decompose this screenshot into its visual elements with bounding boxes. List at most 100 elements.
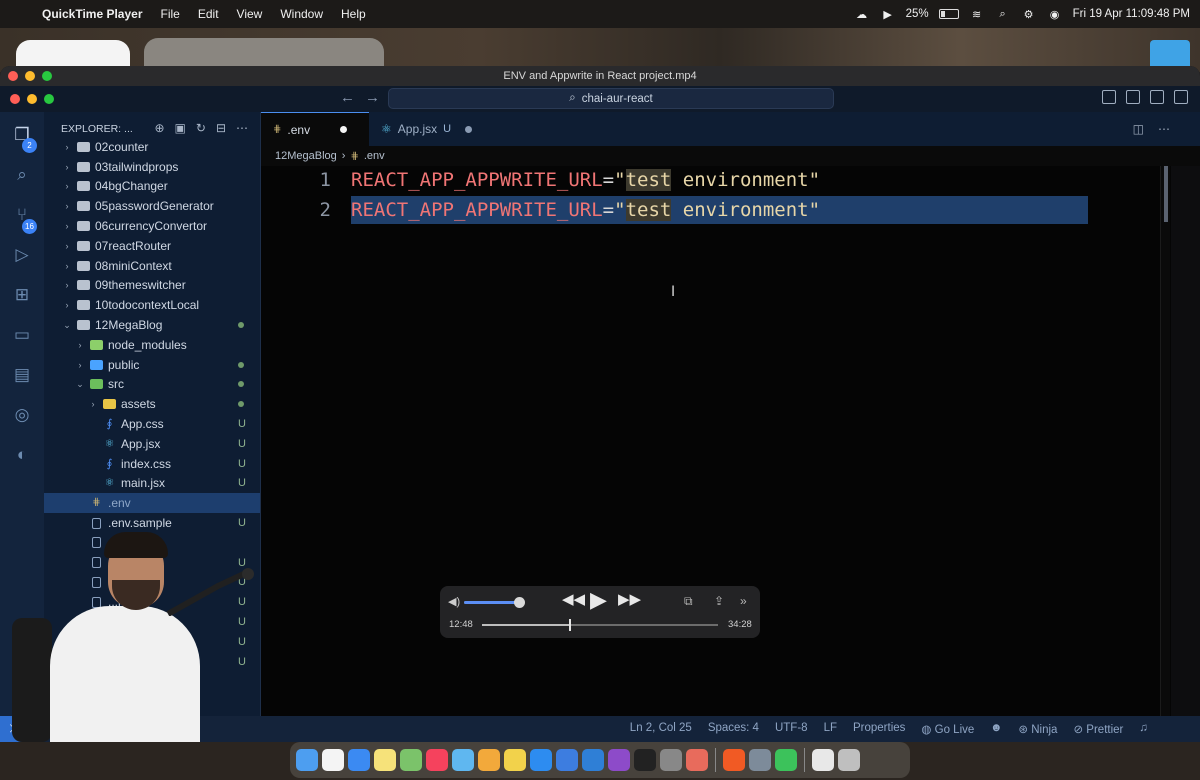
- env-key: REACT_APP_APPWRITE_URL: [351, 169, 603, 191]
- env-icon: ⋕: [273, 124, 282, 135]
- menu-window[interactable]: Window: [280, 7, 323, 21]
- unsaved-dot-icon: [340, 126, 348, 133]
- chevron-icon: ›: [65, 280, 69, 291]
- git-status-badge: U: [238, 477, 246, 490]
- play-button-icon[interactable]: ▶: [590, 587, 607, 613]
- menu-app-name[interactable]: QuickTime Player: [42, 7, 143, 21]
- tree-item-label: App.jsx: [121, 436, 161, 451]
- pages-icon[interactable]: [478, 749, 500, 771]
- mail-icon[interactable]: [348, 749, 370, 771]
- siri-icon[interactable]: ◉: [1047, 7, 1063, 21]
- progress-playhead[interactable]: [568, 619, 571, 631]
- menu-help[interactable]: Help: [341, 7, 366, 21]
- chevron-icon: ›: [65, 201, 69, 212]
- editor-tabs: ⋕ .env ⚛ App.jsx U ◫ ⋯: [261, 112, 1200, 146]
- chevron-icon: ›: [65, 260, 69, 271]
- calendar-icon[interactable]: [322, 749, 344, 771]
- tree-item-label: src: [108, 377, 124, 392]
- menu-view[interactable]: View: [237, 7, 263, 21]
- spotlight-search-icon[interactable]: ⌕: [995, 7, 1011, 21]
- explorer-title: EXPLORER: ...: [61, 123, 133, 135]
- quicktime-icon[interactable]: [749, 749, 771, 771]
- progress-bar[interactable]: [482, 619, 718, 631]
- tree-item-label: 12MegaBlog: [95, 318, 163, 333]
- env-value-rest: environment: [671, 169, 809, 191]
- finder-icon[interactable]: [296, 749, 318, 771]
- music-icon[interactable]: [426, 749, 448, 771]
- env-icon: ⋕: [350, 150, 359, 162]
- scrollbar-thumb: [1164, 166, 1168, 222]
- icloud-icon[interactable]: ☁: [854, 7, 870, 21]
- picture-in-picture-icon[interactable]: ⧉: [684, 594, 693, 609]
- app-store-icon[interactable]: [530, 749, 552, 771]
- tree-item-label: 05passwordGenerator: [95, 199, 214, 214]
- onenote-icon[interactable]: [608, 749, 630, 771]
- tree-item: ⚛ main.jsx U: [44, 474, 260, 494]
- playback-controls[interactable]: ◀) ◀◀ ▶ ▶▶ ⧉ ⇪ » 12:48 34:28: [440, 586, 760, 638]
- whatsapp-icon[interactable]: [775, 749, 797, 771]
- tree-item-label: 03tailwindprops: [95, 159, 179, 174]
- tree-item-label: App.css: [121, 417, 164, 432]
- tree-item: › 06currencyConvertor: [44, 216, 260, 236]
- folder-icon: [77, 161, 90, 172]
- volume-slider[interactable]: [464, 597, 525, 608]
- react-file-icon: ⚛: [104, 477, 115, 490]
- notes-icon[interactable]: [374, 749, 396, 771]
- tree-item: ⋕ .env: [44, 493, 260, 514]
- tree-item-label: .env: [108, 496, 131, 511]
- battery-percent: 25%: [905, 8, 929, 20]
- untracked-badge: U: [443, 123, 452, 135]
- downloads-stack-icon[interactable]: [812, 749, 834, 771]
- ninja: ⊛ Ninja: [1018, 722, 1057, 736]
- volume-knob[interactable]: [514, 597, 525, 608]
- toggle-secondary-sidebar-icon: [1150, 90, 1164, 104]
- customize-layout-icon: [1174, 90, 1188, 104]
- tree-item: › 02counter: [44, 137, 260, 157]
- maps-icon[interactable]: [400, 749, 422, 771]
- command-center: ⌕ chai-aur-react: [388, 88, 834, 109]
- rewind-icon[interactable]: ◀◀: [562, 590, 585, 608]
- control-center-icon[interactable]: ⚙: [1021, 7, 1037, 21]
- icloud-drive-icon[interactable]: [452, 749, 474, 771]
- menu-file[interactable]: File: [161, 7, 180, 21]
- volume-icon[interactable]: ◀): [448, 595, 460, 608]
- tab-label: App.jsx: [397, 122, 438, 136]
- line-ending: LF: [823, 722, 837, 734]
- tree-item: › 05passwordGenerator: [44, 196, 260, 216]
- folder-icon: [77, 300, 90, 311]
- wifi-icon[interactable]: ≋: [969, 7, 985, 21]
- tree-item: › 07reactRouter: [44, 236, 260, 256]
- play-status-icon[interactable]: ▶: [880, 7, 896, 21]
- new-file-icon: ⊕: [154, 121, 165, 135]
- safari-icon[interactable]: [556, 749, 578, 771]
- folder-open-icon: [77, 320, 90, 331]
- folder-icon: [77, 280, 90, 291]
- run-debug-icon: ▷: [15, 245, 29, 264]
- brave-browser-icon[interactable]: [723, 749, 745, 771]
- tree-item-label: main.jsx: [121, 476, 166, 491]
- menubar-clock[interactable]: Fri 19 Apr 11:09:48 PM: [1073, 8, 1190, 20]
- git-status-badge: U: [238, 655, 246, 668]
- launchpad-icon[interactable]: [686, 749, 708, 771]
- github-desktop-icon[interactable]: [634, 749, 656, 771]
- more-chevron-icon[interactable]: »: [740, 594, 747, 608]
- collapse-all-icon: ⊟: [215, 121, 226, 135]
- photos-icon[interactable]: [504, 749, 526, 771]
- tree-item-label: 02counter: [95, 139, 149, 154]
- share-icon[interactable]: ⇪: [714, 594, 724, 608]
- system-settings-icon[interactable]: [660, 749, 682, 771]
- presenter-body: [50, 606, 200, 742]
- folder-icon: [77, 141, 90, 152]
- chevron-icon: ⌄: [63, 319, 71, 330]
- tree-item: › assets: [44, 394, 260, 414]
- new-folder-icon: ▣: [174, 121, 186, 135]
- trash-icon[interactable]: [838, 749, 860, 771]
- code-line-selected: 2 REACT_APP_APPWRITE_URL="test environme…: [261, 196, 1171, 226]
- fast-forward-icon[interactable]: ▶▶: [618, 590, 641, 608]
- live-share-icon: ◐: [16, 445, 28, 464]
- copilot-icon: ☻: [990, 722, 1003, 734]
- menu-edit[interactable]: Edit: [198, 7, 219, 21]
- vscode-icon[interactable]: [582, 749, 604, 771]
- quote-open: ": [614, 169, 626, 191]
- battery-icon[interactable]: [938, 9, 959, 19]
